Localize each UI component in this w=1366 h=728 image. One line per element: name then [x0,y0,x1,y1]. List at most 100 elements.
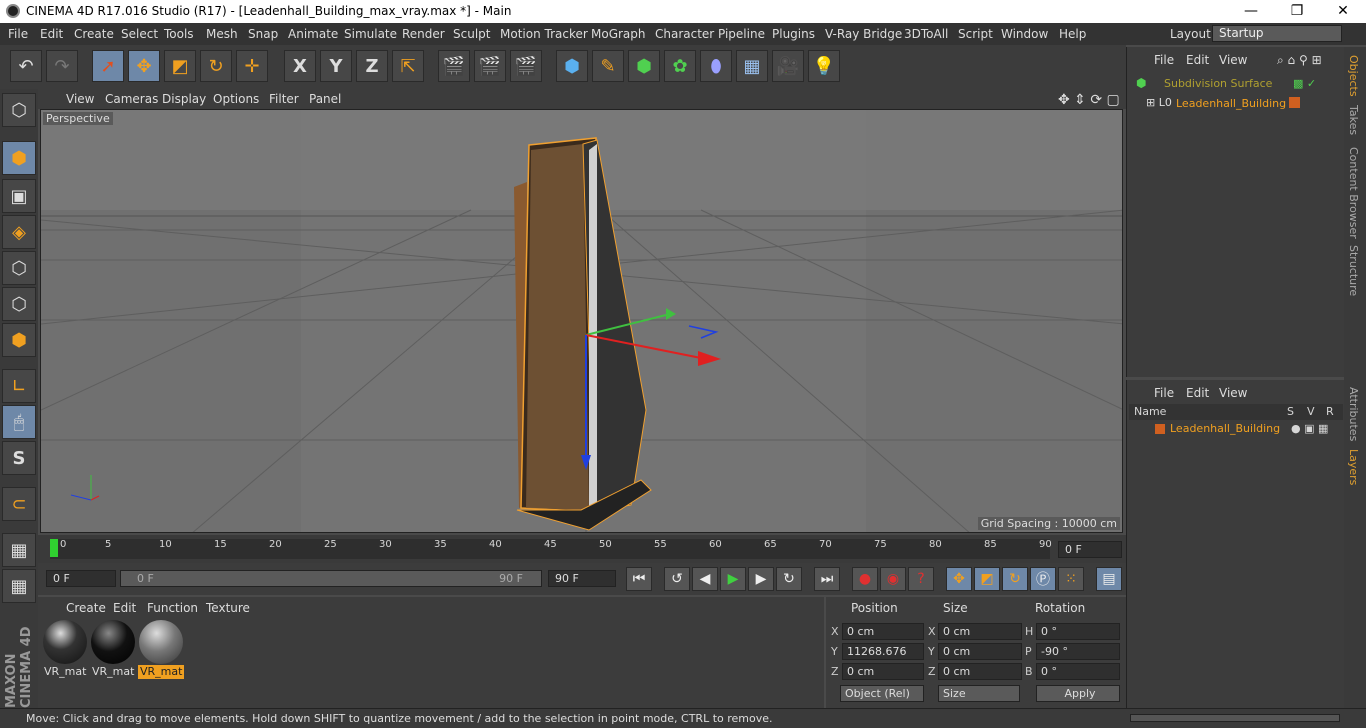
texture-mode-icon[interactable]: ▣ [2,179,36,213]
horizontal-scrollbar[interactable] [1130,714,1340,722]
menu-mesh[interactable]: Mesh [206,27,238,41]
timeline-window-icon[interactable]: ▤ [1096,567,1122,591]
go-to-start-icon[interactable]: ⏮ [626,567,652,591]
menu-help[interactable]: Help [1059,27,1086,41]
menu-file[interactable]: File [8,27,28,41]
material-swatch[interactable]: VR_mat [42,619,88,678]
edges-mode-icon[interactable]: ⬡ [2,287,36,321]
maximize-button[interactable]: ❐ [1274,0,1320,23]
menu-sculpt[interactable]: Sculpt [453,27,490,41]
rotation-h-field[interactable]: 0 ° [1036,623,1120,640]
spline-pen-icon[interactable]: ✎ [592,50,624,82]
tab-takes[interactable]: Takes [1347,105,1360,135]
polygons-mode-icon[interactable]: ⬢ [2,323,36,357]
layer-menu-edit[interactable]: Edit [1186,386,1209,400]
perspective-viewport[interactable]: Perspective Grid Spacing : 10000 cm [40,109,1123,533]
menu-simulate[interactable]: Simulate [344,27,397,41]
next-key-icon[interactable]: ↻ [776,567,802,591]
key-rotation-icon[interactable]: ↻ [1002,567,1028,591]
deformer-icon[interactable]: ⬮ [700,50,732,82]
menu-motion-tracker[interactable]: Motion Tracker [500,27,588,41]
menu-create[interactable]: Create [74,27,114,41]
object-row[interactable]: ⊞ L0 Leadenhall_Building [1131,94,1345,114]
layer-color-swatch[interactable] [1155,424,1165,434]
end-frame-field[interactable]: 90 F [548,570,616,587]
menu-character[interactable]: Character [655,27,714,41]
play-forward-icon[interactable]: ▶ [720,567,746,591]
menu-tools[interactable]: Tools [164,27,194,41]
snap-s-icon[interactable]: S [2,441,36,475]
rotation-b-field[interactable]: 0 ° [1036,663,1120,680]
layer-color-swatch[interactable] [1289,97,1300,108]
obj-menu-file[interactable]: File [1154,53,1174,67]
key-parameter-icon[interactable]: Ⓟ [1030,567,1056,591]
x-axis-lock-icon[interactable]: X [284,50,316,82]
camera-icon[interactable]: 🎥 [772,50,804,82]
render-settings-icon[interactable]: 🎬 [510,50,542,82]
tab-layers[interactable]: Layers [1347,449,1360,485]
previous-key-icon[interactable]: ↺ [664,567,690,591]
make-editable-icon[interactable]: ⬡ [2,93,36,127]
tab-attributes[interactable]: Attributes [1347,387,1360,441]
obj-menu-view[interactable]: View [1219,53,1247,67]
material-swatch-selected[interactable]: VR_mat [138,619,184,679]
select-arrow-icon[interactable]: ➚ [92,50,124,82]
light-icon[interactable]: 💡 [808,50,840,82]
menu-animate[interactable]: Animate [288,27,338,41]
timeline-ruler[interactable]: 0 5 10 15 20 25 30 35 40 45 50 55 60 65 … [38,535,1126,563]
layout-select[interactable]: Startup [1212,25,1342,42]
menu-3dtoall[interactable]: 3DToAll [904,27,948,41]
mat-menu-edit[interactable]: Edit [113,601,136,615]
menu-script[interactable]: Script [958,27,993,41]
menu-plugins[interactable]: Plugins [772,27,815,41]
go-to-end-icon[interactable]: ⏭ [814,567,840,591]
object-row[interactable]: ⬢ Subdivision Surface ▩ ✓ [1131,74,1345,94]
position-z-field[interactable]: 0 cm [842,663,924,680]
vp-menu-options[interactable]: Options [213,92,259,106]
floor-scene-icon[interactable]: ▦ [736,50,768,82]
cube-object-icon[interactable]: ⬢ [556,50,588,82]
menu-render[interactable]: Render [402,27,445,41]
playhead[interactable] [50,539,58,557]
tab-structure[interactable]: Structure [1347,245,1360,296]
locked-workplane-icon[interactable]: ▦ [2,569,36,603]
vp-menu-filter[interactable]: Filter [269,92,299,106]
model-mode-icon[interactable]: ⬢ [2,141,36,175]
layer-menu-file[interactable]: File [1154,386,1174,400]
coord-mode-select[interactable]: Object (Rel) [840,685,924,702]
layer-name[interactable]: Leadenhall_Building [1170,422,1280,435]
size-x-field[interactable]: 0 cm [938,623,1022,640]
current-frame-field[interactable]: 0 F [1058,541,1122,558]
mograph-cloner-icon[interactable]: ✿ [664,50,696,82]
frame-range-slider[interactable]: 0 F 90 F [120,570,542,587]
subdivision-icon[interactable]: ⬢ [628,50,660,82]
close-button[interactable]: ✕ [1320,0,1366,23]
magnet-icon[interactable]: ⊂ [2,487,36,521]
size-mode-select[interactable]: Size [938,685,1020,702]
size-z-field[interactable]: 0 cm [938,663,1022,680]
key-position-icon[interactable]: ✥ [946,567,972,591]
mat-menu-function[interactable]: Function [147,601,198,615]
menu-vray-bridge[interactable]: V-Ray Bridge [825,27,902,41]
rotation-p-field[interactable]: -90 ° [1036,643,1120,660]
object-name[interactable]: Leadenhall_Building [1176,97,1286,110]
workplane-grid-icon[interactable]: ▦ [2,533,36,567]
menu-snap[interactable]: Snap [248,27,278,41]
mat-menu-create[interactable]: Create [66,601,106,615]
vp-menu-view[interactable]: View [66,92,94,106]
layer-menu-view[interactable]: View [1219,386,1247,400]
tab-objects[interactable]: Objects [1347,55,1360,97]
layer-row[interactable]: Leadenhall_Building ● ▣ ▦ [1131,421,1345,439]
menu-edit[interactable]: Edit [40,27,63,41]
coordinate-system-icon[interactable]: ⇱ [392,50,424,82]
position-y-field[interactable]: 11268.676 cm [842,643,924,673]
last-tool-icon[interactable]: ✛ [236,50,268,82]
keyframe-selection-icon[interactable]: ? [908,567,934,591]
apply-button[interactable]: Apply [1036,685,1120,702]
points-mode-icon[interactable]: ⬡ [2,251,36,285]
vp-menu-cameras[interactable]: Cameras [105,92,158,106]
undo-icon[interactable]: ↶ [10,50,42,82]
render-view-icon[interactable]: 🎬 [438,50,470,82]
key-pla-icon[interactable]: ⁙ [1058,567,1084,591]
rotate-tool-icon[interactable]: ↻ [200,50,232,82]
